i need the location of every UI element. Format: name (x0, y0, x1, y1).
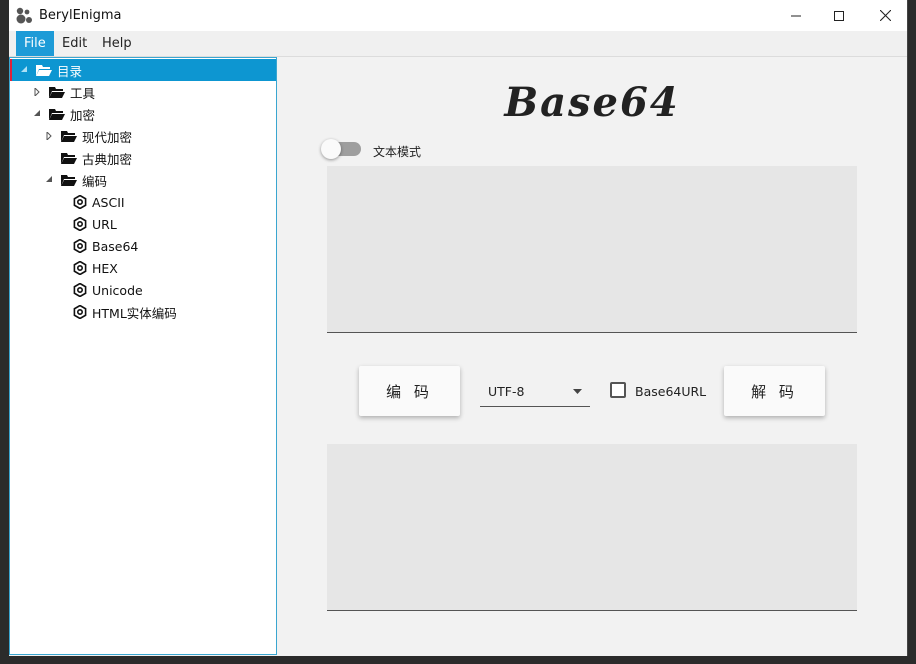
decode-button[interactable]: 解 码 (724, 366, 825, 416)
charset-select[interactable]: UTF-8 (480, 377, 590, 407)
base64url-checkbox[interactable] (610, 382, 626, 398)
tree-item-html-entity[interactable]: HTML实体编码 (10, 301, 276, 323)
menu-file[interactable]: File (16, 31, 54, 56)
encode-button[interactable]: 编 码 (359, 366, 460, 416)
text-mode-toggle[interactable] (321, 139, 361, 159)
tree-item-encoding[interactable]: 编码 (10, 169, 276, 191)
tree-item-directory[interactable]: 目录 (10, 59, 276, 81)
base64url-label[interactable]: Base64URL (635, 384, 706, 399)
gear-icon (73, 195, 87, 209)
expand-arrow-icon[interactable] (44, 175, 54, 185)
menu-bar: File Edit Help (9, 31, 907, 57)
gear-icon (73, 283, 87, 297)
close-button[interactable] (862, 0, 907, 31)
menu-help[interactable]: Help (94, 31, 140, 56)
gear-icon (73, 261, 87, 275)
input-textarea[interactable] (327, 166, 857, 333)
tree-item-label: 工具 (70, 85, 96, 101)
app-logo-icon (16, 7, 32, 24)
gear-icon (73, 305, 87, 319)
folder-open-icon (61, 131, 77, 142)
gear-icon (73, 217, 87, 231)
tree-item-label: HEX (92, 260, 118, 276)
tree-item-label: 现代加密 (82, 129, 133, 145)
tree-item-modern-encryption[interactable]: 现代加密 (10, 125, 276, 147)
charset-value: UTF-8 (488, 384, 525, 399)
window-title: BerylEnigma (39, 8, 122, 23)
text-mode-label: 文本模式 (373, 145, 422, 159)
tree-item-label: ASCII (92, 194, 125, 210)
collapsed-arrow-icon[interactable] (32, 87, 42, 97)
tree-item-label: 加密 (70, 107, 96, 123)
title-bar[interactable]: BerylEnigma (9, 0, 907, 31)
navigation-tree[interactable]: 目录 工具 加密 现代加密 古典加密 编码 ASCII URL Base64 H… (9, 57, 277, 655)
output-textarea[interactable] (327, 444, 857, 611)
tree-item-unicode[interactable]: Unicode (10, 279, 276, 301)
tree-item-label: URL (92, 216, 117, 232)
tree-item-hex[interactable]: HEX (10, 257, 276, 279)
collapsed-arrow-icon[interactable] (44, 131, 54, 141)
chevron-down-icon (573, 389, 582, 394)
tree-item-label: 编码 (82, 173, 108, 189)
app-window: BerylEnigma File Edit Help 目录 工具 加密 现代加密… (9, 0, 908, 656)
tree-item-label: Base64 (92, 238, 139, 254)
page-title: Base64 (504, 79, 680, 126)
expand-arrow-icon[interactable] (32, 109, 42, 119)
tree-item-base64[interactable]: Base64 (10, 235, 276, 257)
minimize-button[interactable] (773, 0, 819, 31)
tree-item-encryption[interactable]: 加密 (10, 103, 276, 125)
tree-item-label: 古典加密 (82, 151, 133, 167)
folder-open-icon (61, 153, 77, 164)
menu-edit[interactable]: Edit (54, 31, 95, 56)
minimize-icon (791, 15, 801, 16)
main-panel: Base64 文本模式 编 码 UTF-8 Base64URL 解 码 (277, 57, 907, 656)
tree-item-ascii[interactable]: ASCII (10, 191, 276, 213)
maximize-icon (834, 10, 844, 21)
maximize-button[interactable] (816, 0, 862, 31)
folder-open-icon (49, 87, 65, 98)
close-icon (879, 10, 891, 21)
tree-item-classical-encryption[interactable]: 古典加密 (10, 147, 276, 169)
gear-icon (73, 239, 87, 253)
tree-item-label: 目录 (57, 63, 83, 79)
tree-item-label: HTML实体编码 (92, 305, 177, 321)
tree-item-tools[interactable]: 工具 (10, 81, 276, 103)
folder-open-icon (36, 65, 52, 76)
folder-open-icon (61, 175, 77, 186)
expand-arrow-icon[interactable] (19, 65, 29, 75)
toggle-knob[interactable] (321, 139, 341, 159)
folder-open-icon (49, 109, 65, 120)
tree-item-label: Unicode (92, 282, 143, 298)
tree-item-url[interactable]: URL (10, 213, 276, 235)
